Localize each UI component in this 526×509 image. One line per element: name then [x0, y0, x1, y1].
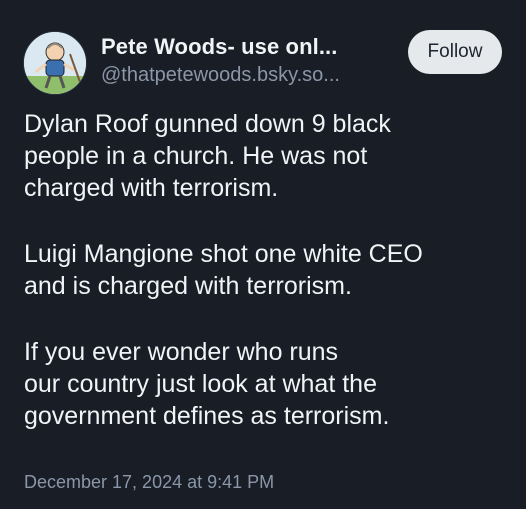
post-paragraph: Dylan Roof gunned down 9 black people in… — [24, 108, 514, 204]
post-line: government defines as terrorism. — [24, 402, 390, 430]
post-timestamp[interactable]: December 17, 2024 at 9:41 PM — [24, 472, 274, 493]
author-name[interactable]: Pete Woods- use onl... — [101, 34, 338, 60]
post-paragraph: Luigi Mangione shot one white CEO and is… — [24, 238, 514, 302]
post-text: Dylan Roof gunned down 9 black people in… — [24, 108, 514, 432]
post-line: people in a church. He was not — [24, 142, 368, 170]
post-line: charged with terrorism. — [24, 174, 279, 202]
post-line: our country just look at what the — [24, 370, 377, 398]
cartoon-avatar-icon — [24, 32, 86, 94]
post-line: and is charged with terrorism. — [24, 272, 352, 300]
post-line: If you ever wonder who runs — [24, 338, 339, 366]
post-paragraph: If you ever wonder who runs our country … — [24, 336, 514, 432]
post-card: Pete Woods- use onl... @thatpetewoods.bs… — [0, 0, 526, 509]
post-line: Dylan Roof gunned down 9 black — [24, 110, 391, 138]
post-line: Luigi Mangione shot one white CEO — [24, 240, 423, 268]
author-handle[interactable]: @thatpetewoods.bsky.so... — [101, 64, 340, 87]
author-avatar[interactable] — [23, 31, 87, 95]
follow-button[interactable]: Follow — [408, 30, 502, 74]
